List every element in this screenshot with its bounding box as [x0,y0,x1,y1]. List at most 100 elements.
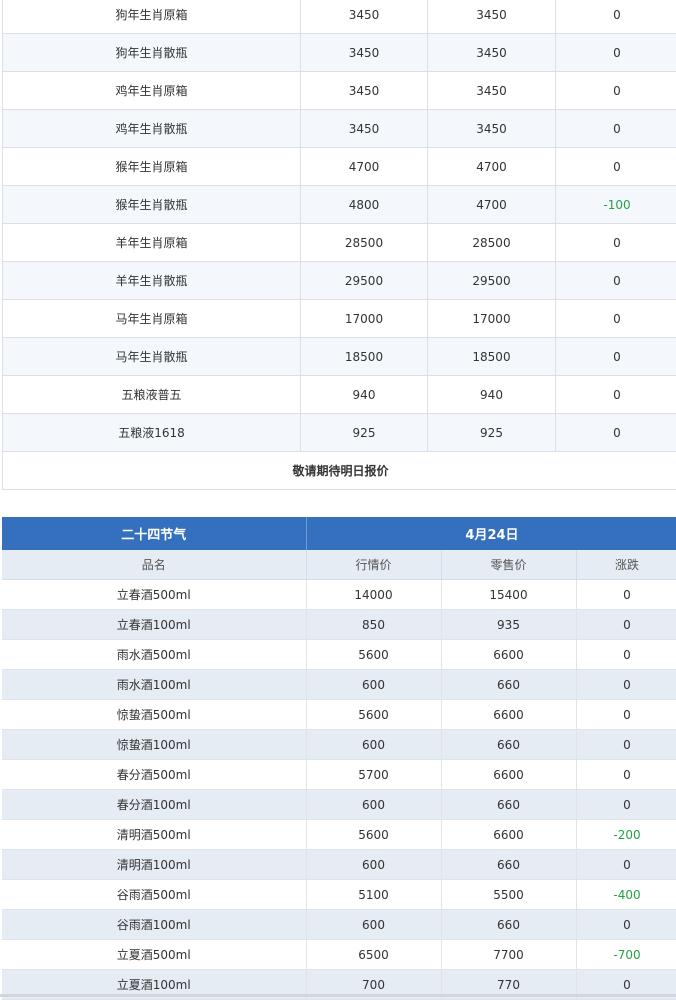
product-name-cell: 立春酒500ml [2,580,306,610]
table-row: 谷雨酒100ml6006600 [2,910,676,940]
price-change-cell: 0 [556,262,676,300]
market-price-cell: 5600 [306,700,441,730]
table-row: 马年生肖散瓶18500185000 [3,338,676,376]
product-name-cell: 羊年生肖散瓶 [3,262,301,300]
product-name-cell: 猴年生肖原箱 [3,148,301,186]
shengxiao-table-body: 狗年生肖原箱345034500狗年生肖散瓶345034500鸡年生肖原箱3450… [3,0,676,490]
product-name-cell: 清明酒500ml [2,820,306,850]
market-price-cell: 5100 [306,880,441,910]
product-name-cell: 雨水酒100ml [2,670,306,700]
shengxiao-price-table: 狗年生肖原箱345034500狗年生肖散瓶345034500鸡年生肖原箱3450… [2,0,676,490]
table-row: 惊蛰酒100ml6006600 [2,730,676,760]
table-row: 谷雨酒500ml51005500-400 [2,880,676,910]
market-price-cell: 940 [301,376,428,414]
market-price-cell: 4700 [301,148,428,186]
product-name-cell: 春分酒500ml [2,760,306,790]
table-row: 猴年生肖散瓶48004700-100 [3,186,676,224]
price-change-cell: -400 [576,880,676,910]
product-name-cell: 羊年生肖原箱 [3,224,301,262]
header-market-price: 行情价 [306,550,441,580]
market-price-cell: 6500 [306,940,441,970]
market-price-cell: 925 [301,414,428,452]
price-change-cell: 0 [576,640,676,670]
product-name-cell: 狗年生肖散瓶 [3,34,301,72]
product-name-cell: 鸡年生肖原箱 [3,72,301,110]
retail-price-cell: 28500 [428,224,556,262]
product-name-cell: 谷雨酒500ml [2,880,306,910]
table-row: 清明酒100ml6006600 [2,850,676,880]
market-price-cell: 3450 [301,34,428,72]
retail-price-cell: 3450 [428,34,556,72]
price-change-cell: 0 [576,760,676,790]
retail-price-cell: 3450 [428,110,556,148]
product-name-cell: 立春酒100ml [2,610,306,640]
retail-price-cell: 935 [441,610,576,640]
product-name-cell: 五粮液1618 [3,414,301,452]
table-row: 鸡年生肖原箱345034500 [3,72,676,110]
product-name-cell: 五粮液普五 [3,376,301,414]
price-change-cell: 0 [576,700,676,730]
price-change-cell: 0 [556,338,676,376]
price-change-cell: 0 [576,730,676,760]
market-price-cell: 18500 [301,338,428,376]
solar-terms-column-headers: 品名 行情价 零售价 涨跌 [2,550,676,580]
retail-price-cell: 6600 [441,700,576,730]
retail-price-cell: 3450 [428,72,556,110]
retail-price-cell: 15400 [441,580,576,610]
price-change-cell: 0 [576,610,676,640]
header-name: 品名 [2,550,306,580]
market-price-cell: 600 [306,670,441,700]
market-price-cell: 5700 [306,760,441,790]
price-change-cell: 0 [576,910,676,940]
table-row: 立春酒500ml14000154000 [2,580,676,610]
price-change-cell: 0 [556,300,676,338]
price-change-cell: 0 [556,0,676,34]
price-change-cell: -100 [556,186,676,224]
retail-price-cell: 940 [428,376,556,414]
header-retail-price: 零售价 [441,550,576,580]
table-row: 羊年生肖散瓶29500295000 [3,262,676,300]
market-price-cell: 5600 [306,820,441,850]
market-price-cell: 600 [306,790,441,820]
product-name-cell: 惊蛰酒100ml [2,730,306,760]
table-row: 鸡年生肖散瓶345034500 [3,110,676,148]
header-change: 涨跌 [576,550,676,580]
retail-price-cell: 7700 [441,940,576,970]
product-name-cell: 惊蛰酒500ml [2,700,306,730]
solar-terms-title: 二十四节气 [2,517,306,550]
price-change-cell: 0 [556,34,676,72]
table-row: 狗年生肖原箱345034500 [3,0,676,34]
market-price-cell: 850 [306,610,441,640]
product-name-cell: 春分酒100ml [2,790,306,820]
price-change-cell: 0 [556,376,676,414]
price-change-cell: 0 [556,72,676,110]
table-note-row: 敬请期待明日报价 [3,452,676,490]
product-name-cell: 马年生肖散瓶 [3,338,301,376]
price-change-cell: 0 [576,850,676,880]
product-name-cell: 清明酒100ml [2,850,306,880]
table-row: 五粮液普五9409400 [3,376,676,414]
market-price-cell: 28500 [301,224,428,262]
solar-terms-title-row: 二十四节气 4月24日 [2,517,676,550]
market-price-cell: 5600 [306,640,441,670]
retail-price-cell: 29500 [428,262,556,300]
retail-price-cell: 6600 [441,820,576,850]
market-price-cell: 3450 [301,0,428,34]
price-change-cell: 0 [576,670,676,700]
product-name-cell: 雨水酒500ml [2,640,306,670]
product-name-cell: 立夏酒500ml [2,940,306,970]
retail-price-cell: 4700 [428,186,556,224]
price-change-cell: 0 [556,414,676,452]
retail-price-cell: 5500 [441,880,576,910]
retail-price-cell: 18500 [428,338,556,376]
retail-price-cell: 660 [441,850,576,880]
table-row: 羊年生肖原箱28500285000 [3,224,676,262]
table-row: 春分酒500ml570066000 [2,760,676,790]
table-row: 雨水酒500ml560066000 [2,640,676,670]
price-change-cell: 0 [576,790,676,820]
tomorrow-quote-notice: 敬请期待明日报价 [3,452,676,490]
price-change-cell: -200 [576,820,676,850]
table-row: 春分酒100ml6006600 [2,790,676,820]
product-name-cell: 马年生肖原箱 [3,300,301,338]
table-row: 立春酒100ml8509350 [2,610,676,640]
